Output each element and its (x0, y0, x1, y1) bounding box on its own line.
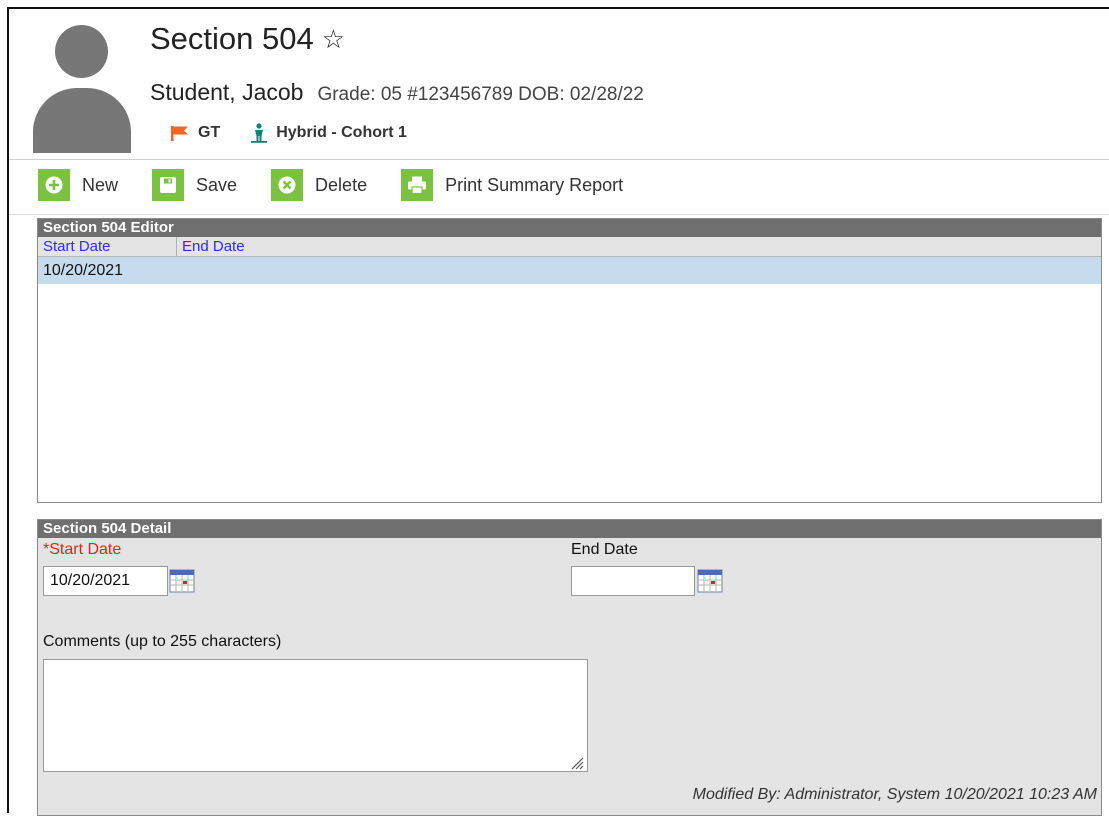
comments-textarea[interactable] (43, 659, 588, 772)
person-icon (251, 123, 268, 143)
flag-hybrid-label: Hybrid - Cohort 1 (276, 124, 407, 141)
avatar-head (55, 25, 108, 78)
flag-hybrid-cohort[interactable]: Hybrid - Cohort 1 (250, 123, 407, 143)
flag-gt-label: GT (198, 124, 221, 141)
start-date-label: *Start Date (43, 541, 122, 558)
start-date-calendar-icon[interactable] (169, 569, 195, 593)
new-button-label: New (82, 174, 119, 195)
column-header-start-date[interactable]: Start Date (38, 237, 176, 256)
toolbar-divider (9, 214, 1109, 215)
student-meta: Grade: 05 #123456789 DOB: 02/28/22 (317, 84, 644, 105)
start-date-field[interactable] (43, 566, 168, 596)
print-summary-report-button[interactable]: Print Summary Report (401, 169, 623, 201)
save-button[interactable]: Save (152, 169, 237, 201)
printer-icon (401, 169, 434, 201)
flag-icon (171, 126, 188, 141)
resize-grip-icon[interactable] (570, 756, 584, 770)
page-title-text: Section 504 (150, 21, 314, 56)
student-name: Student, Jacob (150, 79, 304, 105)
comments-label: Comments (up to 255 characters) (43, 633, 282, 650)
favorite-star-icon[interactable]: ☆ (322, 26, 345, 52)
print-summary-report-label: Print Summary Report (445, 174, 624, 195)
avatar-body (33, 88, 131, 153)
header-divider (9, 159, 1109, 160)
detail-title: Section 504 Detail (38, 520, 1101, 538)
delete-icon (271, 169, 304, 201)
end-date-calendar-icon[interactable] (697, 569, 723, 593)
end-date-label: End Date (571, 541, 638, 558)
toolbar: New Save Delete Print Summary Report (38, 169, 657, 201)
new-button[interactable]: New (38, 169, 118, 201)
save-button-label: Save (196, 174, 238, 195)
section-504-detail: Section 504 Detail *Start Date End Date … (37, 519, 1102, 816)
student-info: Student, Jacob Grade: 05 #123456789 DOB:… (150, 79, 644, 106)
avatar (33, 25, 131, 153)
student-flags: GT Hybrid - Cohort 1 (170, 123, 407, 143)
save-icon (152, 169, 185, 201)
end-date-field[interactable] (571, 566, 695, 596)
editor-title: Section 504 Editor (38, 219, 1101, 237)
delete-button-label: Delete (315, 174, 368, 195)
delete-button[interactable]: Delete (271, 169, 367, 201)
add-icon (38, 169, 70, 201)
app-frame: Section 504 ☆ Student, Jacob Grade: 05 #… (7, 7, 1109, 816)
section-504-editor: Section 504 Editor Start Date End Date 1… (37, 218, 1102, 503)
column-header-end-date[interactable]: End Date (176, 237, 376, 256)
row-start-date: 10/20/2021 (43, 262, 124, 279)
editor-grid-header: Start Date End Date (38, 237, 1101, 257)
page-title: Section 504 ☆ (150, 21, 345, 57)
modified-by-text: Modified By: Administrator, System 10/20… (692, 786, 1097, 803)
table-row[interactable]: 10/20/2021 (38, 257, 1101, 284)
flag-gt[interactable]: GT (170, 124, 220, 142)
